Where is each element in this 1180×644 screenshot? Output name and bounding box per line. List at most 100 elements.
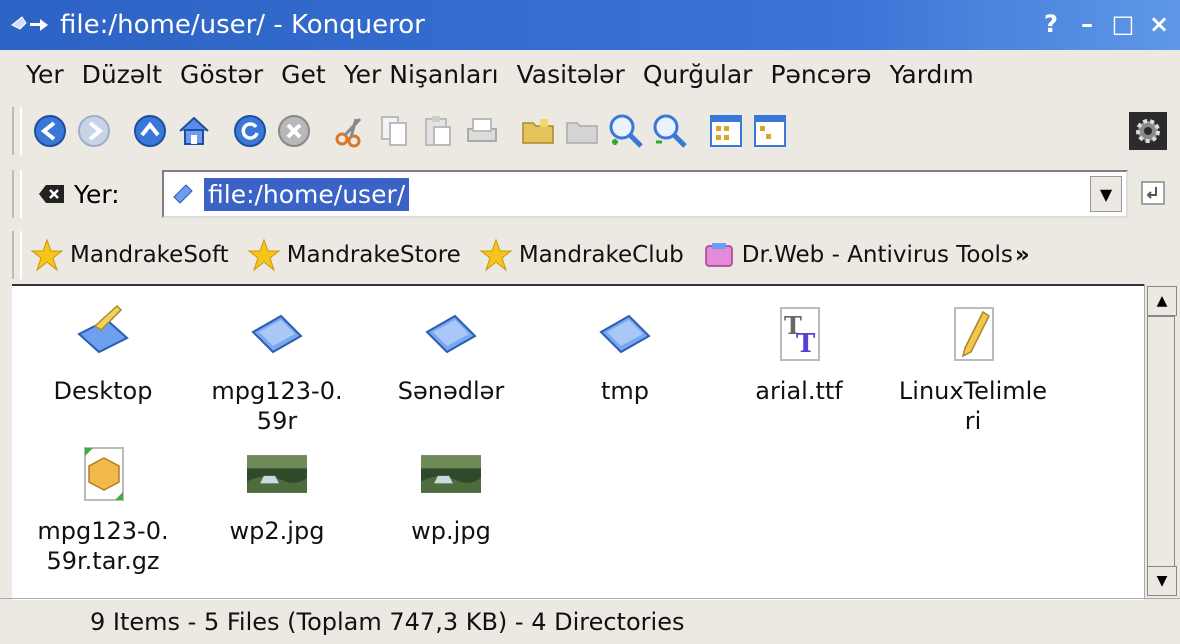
bookmark-overflow-button[interactable]: » [1015,242,1030,268]
image-thumbnail-icon [247,455,307,493]
go-icon [1141,181,1165,205]
file-name: mpg123-0. [211,377,343,405]
location-label-group: Yer: [38,180,120,209]
file-item[interactable]: wp.jpg [376,444,526,546]
folder-icon [599,314,651,354]
star-icon [479,238,513,272]
location-input[interactable]: file:/home/user/ ▼ [162,170,1128,218]
konqueror-window: file:/home/user/ - Konqueror ? – □ × Yer… [0,0,1180,644]
bookmark-label: Dr.Web - Antivirus Tools [741,242,1013,268]
file-name: mpg123-0. [37,517,169,545]
vertical-scrollbar[interactable]: ▲ ▼ [1144,284,1177,598]
icon-view-button[interactable] [706,111,746,151]
scroll-up-button[interactable]: ▲ [1147,286,1177,316]
bookmark-folder-icon [705,243,733,267]
bookmark-mandrakesoft[interactable]: MandrakeSoft [30,238,229,272]
maximize-button[interactable]: □ [1110,8,1136,40]
file-name: wp.jpg [411,517,491,545]
app-icon [10,12,54,38]
cut-icon [335,117,362,148]
menu-get[interactable]: Get [281,60,326,89]
tree-view-button[interactable] [750,111,790,151]
folder-properties-button[interactable] [562,111,602,151]
file-view[interactable]: Desktop mpg123-0. 59r Sənədlər tmp T T a… [12,284,1144,600]
file-name: wp2.jpg [229,517,325,545]
close-button[interactable]: × [1146,8,1172,40]
file-item[interactable]: wp2.jpg [202,444,352,546]
folder-icon [566,122,598,144]
new-folder-button[interactable] [518,111,558,151]
folder-icon [425,314,477,354]
menu-help[interactable]: Yardım [890,60,974,89]
menu-bar: Yer Düzəlt Göstər Get Yer Nişanları Vasi… [0,50,1180,98]
minimize-button[interactable]: – [1074,8,1100,40]
bookmark-label: MandrakeSoft [70,242,229,268]
file-item[interactable]: Sənədlər [376,304,526,406]
title-bar[interactable]: file:/home/user/ - Konqueror ? – □ × [0,0,1180,50]
status-text: 9 Items - 5 Files (Toplam 747,3 KB) - 4 … [90,608,685,636]
file-item[interactable]: mpg123-0. 59r [202,304,352,436]
bookmark-toolbar: MandrakeSoft MandrakeStore MandrakeClub … [0,226,1180,284]
scroll-thumb[interactable] [1147,316,1175,568]
print-icon [467,118,497,142]
gear-icon [1129,112,1167,150]
location-toolbar-handle[interactable] [12,170,22,218]
zoom-in-icon [609,114,643,148]
copy-button[interactable] [374,111,414,151]
tree-view-icon [754,115,786,147]
back-button[interactable] [30,111,70,151]
reload-button[interactable] [230,111,270,151]
menu-bookmarks[interactable]: Yer Nişanları [344,60,499,89]
menu-window[interactable]: Pəncərə [770,60,871,89]
file-name-wrap: 59r.tar.gz [46,547,160,575]
location-dropdown-button[interactable]: ▼ [1090,176,1122,212]
folder-url-icon [173,184,193,204]
zoom-in-button[interactable] [606,111,646,151]
menu-tools[interactable]: Vasitələr [517,60,625,89]
bookmark-mandrakestore[interactable]: MandrakeStore [247,238,461,272]
scroll-down-button[interactable]: ▼ [1147,566,1177,596]
forward-button[interactable] [74,111,114,151]
menu-goster[interactable]: Göstər [180,60,263,89]
up-icon [134,115,166,147]
menu-duzelt[interactable]: Düzəlt [82,60,162,89]
font-icon: TT [780,307,820,361]
archive-icon [84,447,124,501]
overflow-label: » [1014,242,1030,268]
svg-text:T: T [796,329,816,359]
forward-icon [78,115,110,147]
location-label: Yer: [74,179,120,209]
file-item[interactable]: mpg123-0. 59r.tar.gz [28,444,178,576]
folder-icon [251,314,303,354]
help-button[interactable]: ? [1038,8,1064,40]
file-item[interactable]: LinuxTelimle ri [898,304,1048,436]
up-button[interactable] [130,111,170,151]
clear-location-icon[interactable] [38,183,66,205]
file-item[interactable]: tmp [550,304,700,406]
zoom-out-button[interactable] [650,111,690,151]
bookmark-toolbar-handle[interactable] [12,231,22,279]
reload-icon [234,115,266,147]
stop-button[interactable] [274,111,314,151]
location-toolbar: Yer: file:/home/user/ ▼ [0,164,1180,224]
toolbar-handle[interactable] [12,107,22,155]
home-button[interactable] [174,111,214,151]
menu-yer[interactable]: Yer [26,60,64,89]
bookmark-mandrakeclub[interactable]: MandrakeClub [479,238,684,272]
print-button[interactable] [462,111,502,151]
window-title: file:/home/user/ - Konqueror [60,10,425,40]
location-text[interactable]: file:/home/user/ [204,177,410,211]
bookmark-drweb[interactable]: Dr.Web - Antivirus Tools [702,238,1013,272]
file-item[interactable]: TT arial.ttf [724,304,874,406]
desktop-icon [77,304,129,354]
file-name: tmp [600,377,650,405]
file-name-wrap: ri [964,407,982,435]
star-icon [247,238,281,272]
file-name-wrap: 59r [256,407,298,435]
bookmark-label: MandrakeStore [286,242,461,268]
menu-settings[interactable]: Qurğular [643,60,753,89]
file-item[interactable]: Desktop [28,304,178,406]
cut-button[interactable] [330,111,370,151]
go-button[interactable] [1136,176,1170,210]
paste-button[interactable] [418,111,458,151]
